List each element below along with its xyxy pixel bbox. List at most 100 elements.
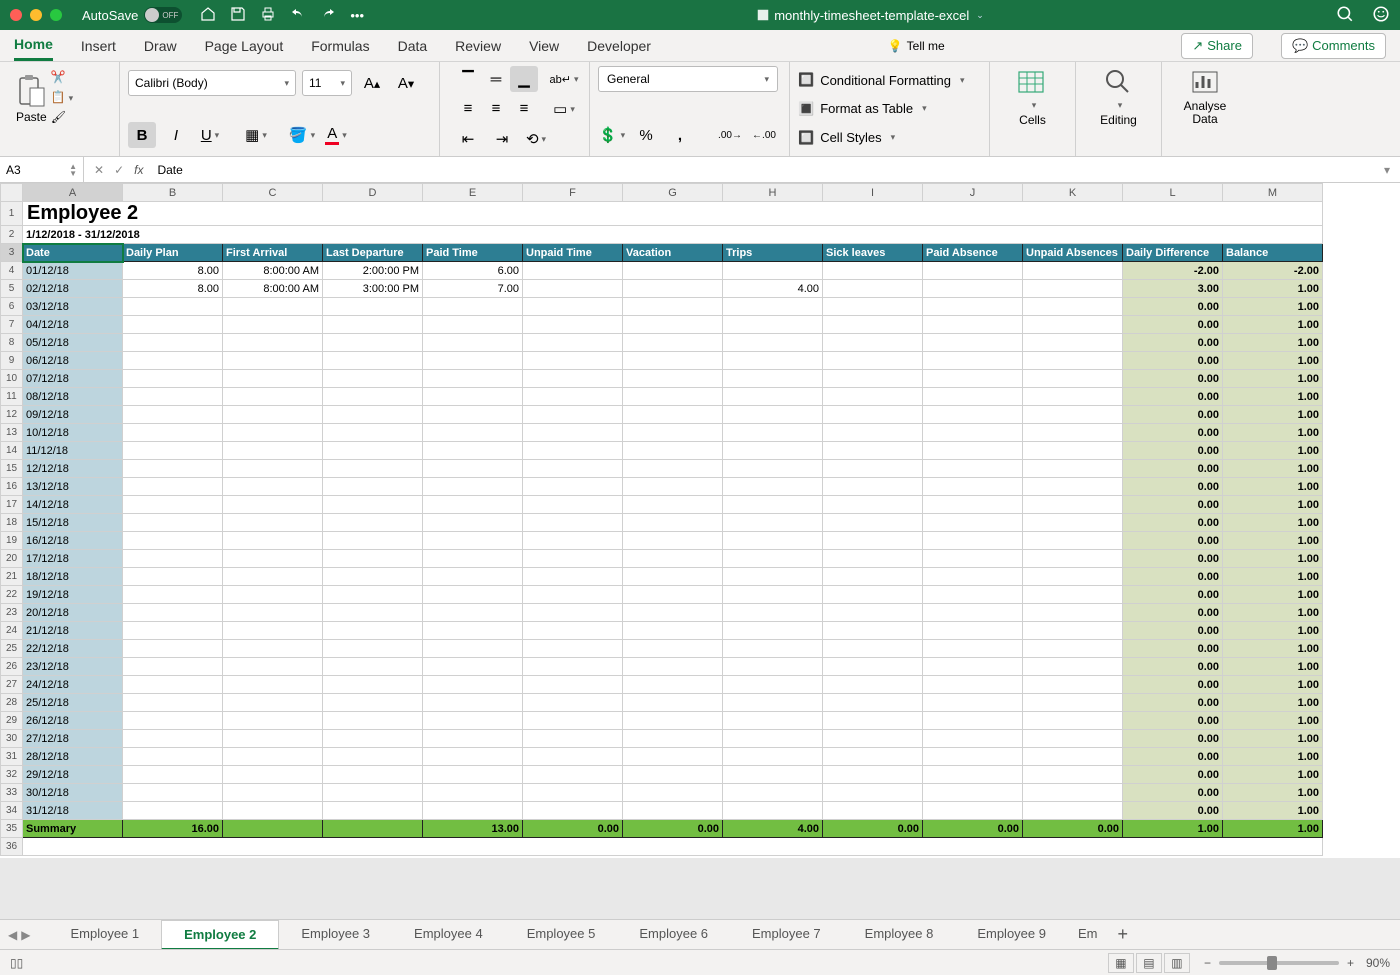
cell-uabs[interactable] — [1023, 460, 1123, 478]
cell-unpaid[interactable] — [523, 352, 623, 370]
col-head-D[interactable]: D — [323, 184, 423, 202]
cell-sick[interactable] — [823, 676, 923, 694]
cell-paid[interactable]: 6.00 — [423, 262, 523, 280]
cell-bal[interactable]: 1.00 — [1223, 424, 1323, 442]
wrap-text-icon[interactable]: ab↵▾ — [550, 66, 578, 92]
cell-sick[interactable] — [823, 514, 923, 532]
cell-plan[interactable] — [123, 550, 223, 568]
row-head-24[interactable]: 24 — [1, 622, 23, 640]
cell-bal[interactable]: 1.00 — [1223, 802, 1323, 820]
summary-label[interactable]: Summary — [23, 820, 123, 838]
cell-vac[interactable] — [623, 622, 723, 640]
cell-sick[interactable] — [823, 280, 923, 298]
cell-paid[interactable] — [423, 766, 523, 784]
cell-pabs[interactable] — [923, 280, 1023, 298]
cell-trip[interactable] — [723, 460, 823, 478]
align-center-icon[interactable]: ≡ — [482, 95, 510, 121]
row-head-10[interactable]: 10 — [1, 370, 23, 388]
cell-bal[interactable]: 1.00 — [1223, 748, 1323, 766]
cell-uabs[interactable] — [1023, 442, 1123, 460]
align-top-icon[interactable]: ▔ — [454, 66, 482, 92]
cell-trip[interactable] — [723, 730, 823, 748]
cell-paid[interactable] — [423, 298, 523, 316]
sheet-tab-employee-5[interactable]: Employee 5 — [505, 920, 618, 950]
cell-date[interactable]: 12/12/18 — [23, 460, 123, 478]
col-head-A[interactable]: A — [23, 184, 123, 202]
cell-diff[interactable]: 0.00 — [1123, 640, 1223, 658]
zoom-slider[interactable] — [1219, 961, 1339, 965]
cell-bal[interactable]: 1.00 — [1223, 604, 1323, 622]
cell-sick[interactable] — [823, 532, 923, 550]
cell-trip[interactable] — [723, 694, 823, 712]
redo-icon[interactable] — [320, 6, 336, 25]
cell-vac[interactable] — [623, 514, 723, 532]
cell-paid[interactable] — [423, 406, 523, 424]
cell-unpaid[interactable] — [523, 280, 623, 298]
more-icon[interactable]: ••• — [350, 8, 364, 23]
row-head-2[interactable]: 2 — [1, 226, 23, 244]
cell-plan[interactable] — [123, 532, 223, 550]
cell-paid[interactable] — [423, 424, 523, 442]
cell-pabs[interactable] — [923, 406, 1023, 424]
conditional-formatting-button[interactable]: 🔲Conditional Formatting▾ — [798, 72, 981, 88]
cell-date[interactable]: 31/12/18 — [23, 802, 123, 820]
font-name-select[interactable]: Calibri (Body)▾ — [128, 70, 296, 96]
header-unpaid-absences[interactable]: Unpaid Absences — [1023, 244, 1123, 262]
cell-arr[interactable] — [223, 784, 323, 802]
decrease-font-icon[interactable]: A▾ — [392, 70, 420, 96]
sheet-subtitle[interactable]: 1/12/2018 - 31/12/2018 — [23, 226, 1323, 244]
cell-plan[interactable] — [123, 442, 223, 460]
cell-uabs[interactable] — [1023, 568, 1123, 586]
cell-plan[interactable] — [123, 370, 223, 388]
header-first-arrival[interactable]: First Arrival — [223, 244, 323, 262]
summary-dep[interactable] — [323, 820, 423, 838]
cell-plan[interactable] — [123, 586, 223, 604]
cell-paid[interactable] — [423, 496, 523, 514]
cell-arr[interactable]: 8:00:00 AM — [223, 280, 323, 298]
cell-dep[interactable] — [323, 550, 423, 568]
cell-unpaid[interactable] — [523, 568, 623, 586]
cell-unpaid[interactable] — [523, 388, 623, 406]
cell-unpaid[interactable] — [523, 424, 623, 442]
cell-uabs[interactable] — [1023, 388, 1123, 406]
cell-paid[interactable] — [423, 550, 523, 568]
cell-arr[interactable] — [223, 442, 323, 460]
cell-plan[interactable] — [123, 712, 223, 730]
col-head-H[interactable]: H — [723, 184, 823, 202]
cell-vac[interactable] — [623, 496, 723, 514]
cell-arr[interactable] — [223, 622, 323, 640]
cell-dep[interactable] — [323, 532, 423, 550]
row-head-25[interactable]: 25 — [1, 640, 23, 658]
cell-bal[interactable]: 1.00 — [1223, 730, 1323, 748]
cell-uabs[interactable] — [1023, 730, 1123, 748]
row-head-20[interactable]: 20 — [1, 550, 23, 568]
cell-bal[interactable]: 1.00 — [1223, 766, 1323, 784]
tab-insert[interactable]: Insert — [81, 32, 116, 60]
cell-unpaid[interactable] — [523, 514, 623, 532]
cell-plan[interactable] — [123, 730, 223, 748]
cell-paid[interactable] — [423, 460, 523, 478]
cell-sick[interactable] — [823, 694, 923, 712]
cell-dep[interactable] — [323, 388, 423, 406]
cell-unpaid[interactable] — [523, 658, 623, 676]
cell-trip[interactable] — [723, 298, 823, 316]
add-sheet-button[interactable]: + — [1117, 924, 1128, 945]
cell-vac[interactable] — [623, 280, 723, 298]
sheet-title[interactable]: Employee 2 — [23, 202, 1323, 226]
row-head-9[interactable]: 9 — [1, 352, 23, 370]
cell-uabs[interactable] — [1023, 424, 1123, 442]
row-head-35[interactable]: 35 — [1, 820, 23, 838]
cell-sick[interactable] — [823, 640, 923, 658]
cell-diff[interactable]: -2.00 — [1123, 262, 1223, 280]
cell-trip[interactable] — [723, 604, 823, 622]
cell-date[interactable]: 02/12/18 — [23, 280, 123, 298]
sheet-tab-employee-6[interactable]: Employee 6 — [617, 920, 730, 950]
cell-uabs[interactable] — [1023, 676, 1123, 694]
cell-plan[interactable] — [123, 496, 223, 514]
col-head-E[interactable]: E — [423, 184, 523, 202]
cell-diff[interactable]: 0.00 — [1123, 478, 1223, 496]
normal-view-icon[interactable]: ▦ — [1108, 953, 1134, 973]
cell-uabs[interactable] — [1023, 748, 1123, 766]
sheet-tab-employee-1[interactable]: Employee 1 — [48, 920, 161, 950]
cell-pabs[interactable] — [923, 532, 1023, 550]
